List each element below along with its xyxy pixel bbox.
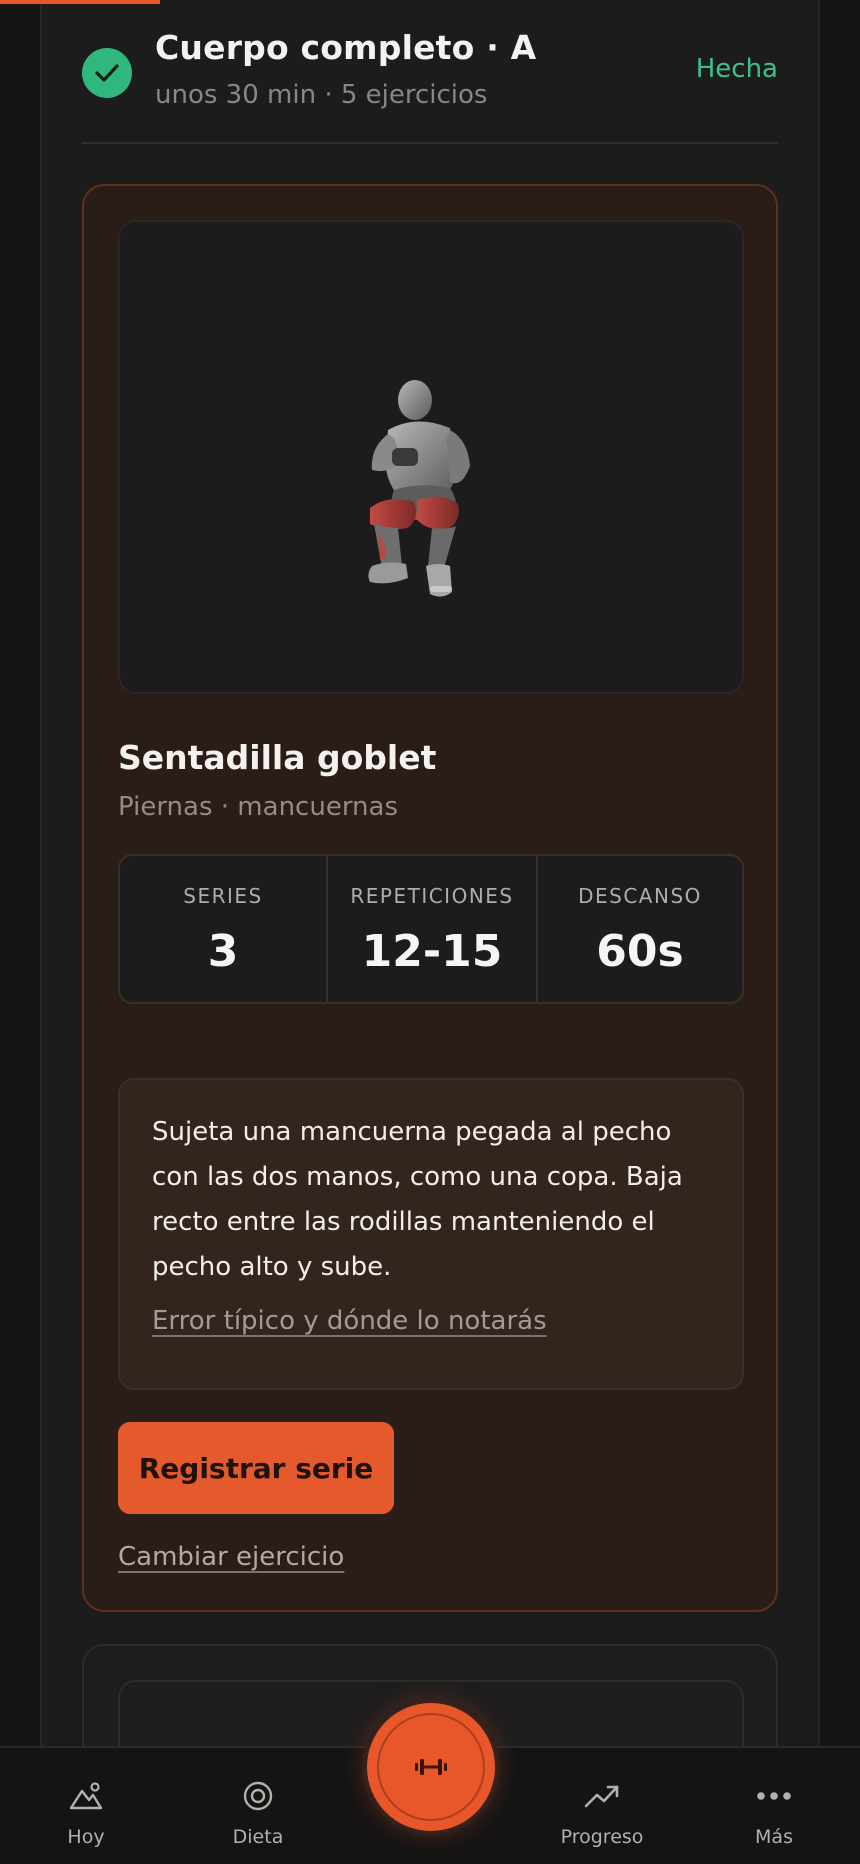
nav-label: Dieta xyxy=(232,1826,284,1848)
exercise-card: Sentadilla goblet Piernas · mancuernas S… xyxy=(82,184,778,1612)
workout-meta: unos 30 min · 5 ejercicios xyxy=(155,80,488,110)
stat-value: 60s xyxy=(596,926,684,977)
nav-item-mas[interactable]: Más xyxy=(709,1748,839,1864)
divider xyxy=(82,142,778,144)
stat-value: 3 xyxy=(207,926,239,977)
stat-label: SERIES xyxy=(183,884,263,908)
workout-header[interactable]: Cuerpo completo · A unos 30 min · 5 ejer… xyxy=(82,28,778,144)
workout-title: Cuerpo completo · A xyxy=(155,28,537,67)
fab-inner-ring xyxy=(377,1713,485,1821)
trend-up-icon xyxy=(584,1778,620,1814)
change-exercise-link[interactable]: Cambiar ejercicio xyxy=(118,1542,344,1572)
exercise-stats: SERIES 3 REPETICIONES 12-15 DESCANSO 60s xyxy=(118,854,744,1004)
stat-value: 12-15 xyxy=(361,926,503,977)
status-badge: Hecha xyxy=(695,54,778,84)
stat-repetitions: REPETICIONES 12-15 xyxy=(326,856,536,1002)
common-error-link[interactable]: Error típico y dónde lo notarás xyxy=(152,1306,547,1336)
column-border-left xyxy=(40,0,42,1748)
stat-series: SERIES 3 xyxy=(120,856,326,1002)
check-icon xyxy=(82,48,132,98)
nav-label: Hoy xyxy=(67,1826,105,1848)
nav-item-dieta[interactable]: Dieta xyxy=(193,1748,323,1864)
nav-item-hoy[interactable]: Hoy xyxy=(21,1748,151,1864)
exercise-figure-illustration xyxy=(368,380,470,597)
exercise-animation[interactable] xyxy=(118,220,744,694)
exercise-name: Sentadilla goblet xyxy=(118,738,437,777)
target-icon xyxy=(240,1778,276,1814)
progress-indicator xyxy=(0,0,160,4)
exercise-subtitle: Piernas · mancuernas xyxy=(118,792,399,822)
register-set-button[interactable]: Registrar serie xyxy=(118,1422,394,1514)
instructions-box: Sujeta una mancuerna pegada al pecho con… xyxy=(118,1078,744,1390)
nav-label: Más xyxy=(755,1826,793,1848)
stat-rest: DESCANSO 60s xyxy=(536,856,742,1002)
column-border-right xyxy=(818,0,820,1748)
nav-label: Progreso xyxy=(560,1826,644,1848)
stat-label: DESCANSO xyxy=(578,884,702,908)
instructions-text: Sujeta una mancuerna pegada al pecho con… xyxy=(152,1117,683,1282)
more-dots-icon xyxy=(756,1778,792,1814)
stat-label: REPETICIONES xyxy=(350,884,514,908)
nav-item-progreso[interactable]: Progreso xyxy=(537,1748,667,1864)
start-workout-button[interactable] xyxy=(367,1703,495,1831)
mountain-icon xyxy=(68,1778,104,1814)
